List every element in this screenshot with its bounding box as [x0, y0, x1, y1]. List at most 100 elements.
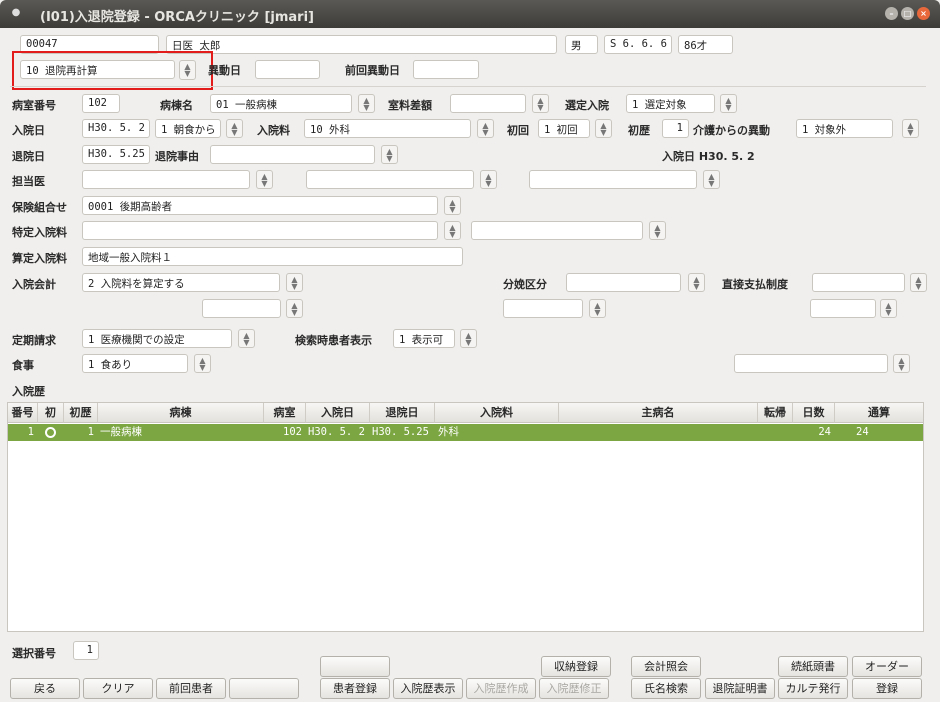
- payment-sub-spinner-icon[interactable]: ▲ ▼: [880, 299, 897, 318]
- first-time-field[interactable]: 1 初回: [538, 119, 590, 138]
- delivery-sub-field[interactable]: [503, 299, 583, 318]
- blank-button-top[interactable]: [320, 656, 390, 677]
- col-header-first[interactable]: 初: [38, 403, 64, 423]
- admission-history-table[interactable]: 番号 初 初歴 病棟 病室 入院日 退院日 入院料 主病名 転帰 日数 通算 1…: [7, 402, 924, 632]
- maximize-icon[interactable]: □: [901, 7, 914, 20]
- admission-account-spinner-icon[interactable]: ▲ ▼: [286, 273, 303, 292]
- delivery-class-spinner-icon[interactable]: ▲ ▼: [688, 273, 705, 292]
- discharge-certificate-button[interactable]: 退院証明書: [705, 678, 775, 699]
- first-history-field[interactable]: 1: [662, 119, 689, 138]
- previous-patient-button[interactable]: 前回患者: [156, 678, 226, 699]
- account-sub-field[interactable]: [202, 299, 281, 318]
- history-display-button[interactable]: 入院歴表示: [393, 678, 463, 699]
- col-header-discharge[interactable]: 退院日: [370, 403, 435, 423]
- special-fee-field-2[interactable]: [471, 221, 643, 240]
- periodic-billing-field[interactable]: 1 医療機関での設定: [82, 329, 232, 348]
- history-fix-button[interactable]: 入院歴修正: [539, 678, 609, 699]
- doctor-spinner-icon-1[interactable]: ▲ ▼: [256, 170, 273, 189]
- doctor-spinner-icon-3[interactable]: ▲ ▼: [703, 170, 720, 189]
- admission-dept-spinner-icon[interactable]: ▲ ▼: [477, 119, 494, 138]
- select-no-field[interactable]: 1: [73, 641, 99, 660]
- col-header-total[interactable]: 通算: [835, 403, 923, 423]
- patient-name-field[interactable]: 日医 太郎: [166, 35, 557, 54]
- ward-spinner-icon[interactable]: ▲ ▼: [358, 94, 375, 113]
- care-transfer-field[interactable]: 1 対象外: [796, 119, 893, 138]
- col-header-admission[interactable]: 入院日: [306, 403, 370, 423]
- first-time-spinner-icon[interactable]: ▲ ▼: [595, 119, 612, 138]
- account-sub-spinner-icon[interactable]: ▲ ▼: [286, 299, 303, 318]
- order-button[interactable]: オーダー: [852, 656, 922, 677]
- room-diff-field[interactable]: [450, 94, 526, 113]
- register-button[interactable]: 登録: [852, 678, 922, 699]
- col-header-dept[interactable]: 入院料: [435, 403, 559, 423]
- col-header-diagnosis[interactable]: 主病名: [559, 403, 758, 423]
- doctor-field-2[interactable]: [306, 170, 474, 189]
- col-header-outcome[interactable]: 転帰: [758, 403, 793, 423]
- account-reference-button[interactable]: 会計照会: [631, 656, 701, 677]
- care-transfer-spinner-icon[interactable]: ▲ ▼: [902, 119, 919, 138]
- history-create-button[interactable]: 入院歴作成: [466, 678, 536, 699]
- direct-payment-spinner-icon[interactable]: ▲ ▼: [910, 273, 927, 292]
- ward-name-field[interactable]: 01 一般病棟: [210, 94, 352, 113]
- special-fee-spinner-icon-2[interactable]: ▲ ▼: [649, 221, 666, 240]
- selected-admission-spinner-icon[interactable]: ▲ ▼: [720, 94, 737, 113]
- col-header-days[interactable]: 日数: [793, 403, 835, 423]
- discharge-reason-spinner-icon[interactable]: ▲ ▼: [381, 145, 398, 164]
- admission-account-field[interactable]: 2 入院料を算定する: [82, 273, 280, 292]
- receipt-register-button[interactable]: 収納登録: [541, 656, 611, 677]
- special-fee-spinner-icon[interactable]: ▲ ▼: [444, 221, 461, 240]
- selected-admission-field[interactable]: 1 選定対象: [626, 94, 715, 113]
- calc-fee-field: 地域一般入院料１: [82, 247, 463, 266]
- patient-register-button[interactable]: 患者登録: [320, 678, 390, 699]
- search-display-field[interactable]: 1 表示可: [393, 329, 455, 348]
- discharge-date-field[interactable]: H30. 5.25: [82, 145, 150, 164]
- cell-no: 1: [27, 426, 34, 438]
- special-fee-field[interactable]: [82, 221, 438, 240]
- close-icon[interactable]: ×: [917, 7, 930, 20]
- direct-payment-field[interactable]: [812, 273, 905, 292]
- search-display-spinner-icon[interactable]: ▲ ▼: [460, 329, 477, 348]
- discharge-reason-field[interactable]: [210, 145, 375, 164]
- room-no-field[interactable]: 102: [82, 94, 120, 113]
- periodic-billing-spinner-icon[interactable]: ▲ ▼: [238, 329, 255, 348]
- col-header-room[interactable]: 病室: [264, 403, 306, 423]
- meal-start-field[interactable]: 1 朝食から: [155, 119, 221, 138]
- payment-sub-field[interactable]: [810, 299, 876, 318]
- meal-extra-field[interactable]: [734, 354, 888, 373]
- room-diff-spinner-icon[interactable]: ▲ ▼: [532, 94, 549, 113]
- doctor-field-3[interactable]: [529, 170, 697, 189]
- discharge-reason-label: 退院事由: [155, 150, 199, 163]
- continue-head-button[interactable]: 続紙頭書: [778, 656, 848, 677]
- prev-ido-date-field[interactable]: [413, 60, 479, 79]
- meal-field[interactable]: 1 食あり: [82, 354, 188, 373]
- cell-room: 102: [283, 426, 302, 438]
- admission-date-field[interactable]: H30. 5. 2: [82, 119, 150, 138]
- admission-dept-field[interactable]: 10 外科: [304, 119, 471, 138]
- delivery-class-field[interactable]: [566, 273, 681, 292]
- ido-date-field[interactable]: [255, 60, 320, 79]
- karte-issue-button[interactable]: カルテ発行: [778, 678, 848, 699]
- insurance-spinner-icon[interactable]: ▲ ▼: [444, 196, 461, 215]
- mode-select[interactable]: 10 退院再計算: [20, 60, 175, 79]
- doctor-field-1[interactable]: [82, 170, 250, 189]
- minimize-icon[interactable]: –: [885, 7, 898, 20]
- col-header-no[interactable]: 番号: [8, 403, 38, 423]
- blank-button[interactable]: [229, 678, 299, 699]
- clear-button[interactable]: クリア: [83, 678, 153, 699]
- mode-spinner-icon[interactable]: ▲ ▼: [179, 60, 196, 80]
- col-header-ward[interactable]: 病棟: [98, 403, 264, 423]
- direct-payment-label: 直接支払制度: [722, 278, 788, 291]
- meal-start-spinner-icon[interactable]: ▲ ▼: [226, 119, 243, 138]
- app-menu-icon[interactable]: ●: [10, 7, 22, 19]
- search-display-label: 検索時患者表示: [295, 334, 372, 347]
- delivery-sub-spinner-icon[interactable]: ▲ ▼: [589, 299, 606, 318]
- back-button[interactable]: 戻る: [10, 678, 80, 699]
- insurance-combo-field[interactable]: 0001 後期高齢者: [82, 196, 438, 215]
- col-header-first-history[interactable]: 初歴: [64, 403, 98, 423]
- care-transfer-label: 介護からの異動: [693, 124, 770, 137]
- name-search-button[interactable]: 氏名検索: [631, 678, 701, 699]
- table-row[interactable]: 1 1 一般病棟 102 H30. 5. 2 H30. 5.25 外科 24 2…: [8, 424, 923, 441]
- meal-extra-spinner-icon[interactable]: ▲ ▼: [893, 354, 910, 373]
- meal-spinner-icon[interactable]: ▲ ▼: [194, 354, 211, 373]
- doctor-spinner-icon-2[interactable]: ▲ ▼: [480, 170, 497, 189]
